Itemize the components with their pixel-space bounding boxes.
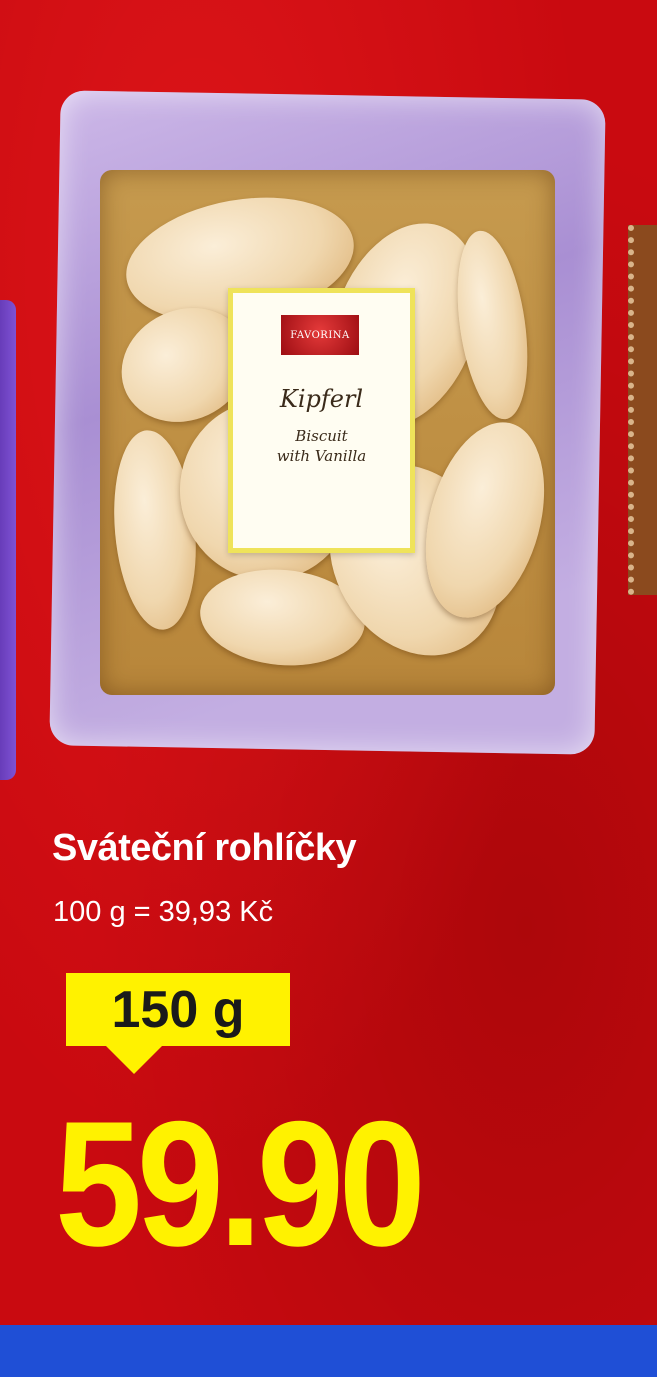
- neighbor-product-edge: [0, 300, 16, 780]
- price: 59.90: [55, 1084, 426, 1283]
- unit-price: 100 g = 39,93 Kč: [53, 896, 274, 928]
- weight-text: 150 g: [111, 980, 245, 1039]
- bottom-bar: [0, 1325, 657, 1377]
- package-label-title: Kipferl: [279, 385, 364, 413]
- package-label-subtitle-line2: with Vanilla: [276, 447, 367, 465]
- package-label-subtitle-line1: Biscuit: [295, 427, 348, 445]
- product-name: Sváteční rohlíčky: [52, 827, 357, 869]
- package-label-subtitle: Biscuit with Vanilla: [233, 426, 410, 466]
- cookie: [447, 226, 538, 424]
- package-label: FAVORINA Kipferl Biscuit with Vanilla: [228, 288, 415, 553]
- neighbor-product-edge-right: [628, 225, 657, 595]
- weight-badge: 150 g: [66, 973, 290, 1074]
- brand-logo: FAVORINA: [281, 315, 359, 355]
